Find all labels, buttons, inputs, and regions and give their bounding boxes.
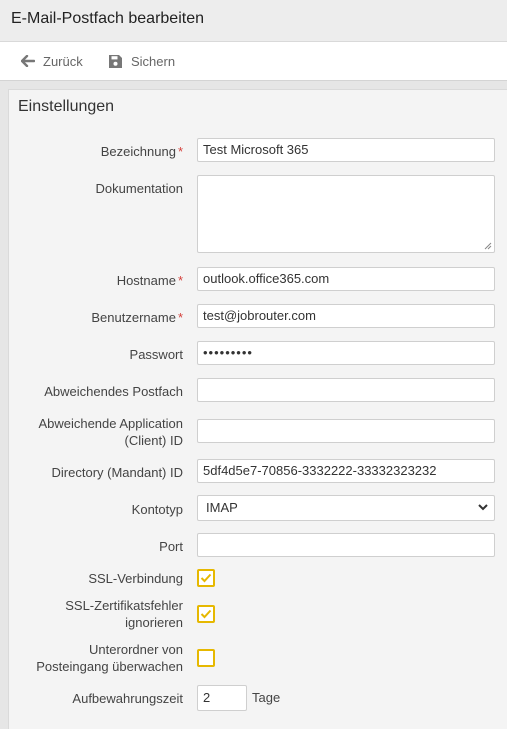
page-title: E-Mail-Postfach bearbeiten xyxy=(11,10,204,27)
kontotyp-selected-value: IMAP xyxy=(206,500,238,515)
back-button[interactable]: Zurück xyxy=(21,42,83,80)
retention-unit: Tage xyxy=(252,690,281,705)
benutzername-label: Benutzername * xyxy=(91,310,183,325)
kontotyp-select[interactable]: IMAP xyxy=(197,495,495,521)
port-input[interactable] xyxy=(197,533,495,557)
passwort-label: Passwort xyxy=(129,347,183,362)
save-button[interactable]: Sichern xyxy=(108,42,175,80)
dokumentation-label: Dokumentation xyxy=(95,181,183,196)
panel-title: Einstellungen xyxy=(18,98,115,115)
application-id-label: Abweichende Application (Client) ID xyxy=(38,416,183,448)
window-titlebar: E-Mail-Postfach bearbeiten xyxy=(0,0,507,42)
bezeichnung-input[interactable]: Test Microsoft 365 xyxy=(197,138,495,162)
hostname-label: Hostname * xyxy=(116,273,183,288)
chevron-down-icon xyxy=(478,504,488,511)
checkmark-icon xyxy=(200,573,212,583)
ssl-checkbox[interactable] xyxy=(197,569,215,587)
toolbar: Zurück Sichern xyxy=(0,42,507,81)
abweichendes-postfach-label: Abweichendes Postfach xyxy=(44,384,183,399)
dokumentation-textarea[interactable] xyxy=(197,175,495,253)
directory-id-input[interactable]: 5df4d5e7-70856-3332222-33332323232 xyxy=(197,459,495,483)
subfolders-label: Unterordner von Posteingang überwachen xyxy=(36,642,183,674)
port-label: Port xyxy=(159,539,183,554)
ssl-label: SSL-Verbindung xyxy=(88,571,183,586)
subfolders-checkbox[interactable] xyxy=(197,649,215,667)
save-label: Sichern xyxy=(131,53,176,69)
checkmark-icon xyxy=(200,609,212,619)
kontotyp-label: Kontotyp xyxy=(131,502,183,517)
passwort-input[interactable]: ••••••••• xyxy=(197,341,495,365)
ssl-errors-label: SSL-Zertifikatsfehler ignorieren xyxy=(65,598,183,630)
resize-handle-icon[interactable] xyxy=(484,242,492,250)
bezeichnung-label: Bezeichnung * xyxy=(100,144,183,159)
required-marker: * xyxy=(177,273,183,288)
hostname-input[interactable]: outlook.office365.com xyxy=(197,267,495,291)
retention-label: Aufbewahrungszeit xyxy=(72,691,183,706)
required-marker: * xyxy=(177,310,183,325)
retention-input[interactable]: 2 xyxy=(197,685,247,711)
back-label: Zurück xyxy=(43,53,83,69)
ssl-errors-checkbox[interactable] xyxy=(197,605,215,623)
settings-panel: Einstellungen Bezeichnung * Test Microsof… xyxy=(8,89,507,729)
arrow-left-icon xyxy=(21,55,35,67)
directory-id-label: Directory (Mandant) ID xyxy=(51,465,183,480)
floppy-disk-icon xyxy=(109,54,122,68)
abweichendes-postfach-input[interactable] xyxy=(197,378,495,402)
application-id-input[interactable] xyxy=(197,419,495,443)
required-marker: * xyxy=(177,144,183,159)
benutzername-input[interactable]: test@jobrouter.com xyxy=(197,304,495,328)
